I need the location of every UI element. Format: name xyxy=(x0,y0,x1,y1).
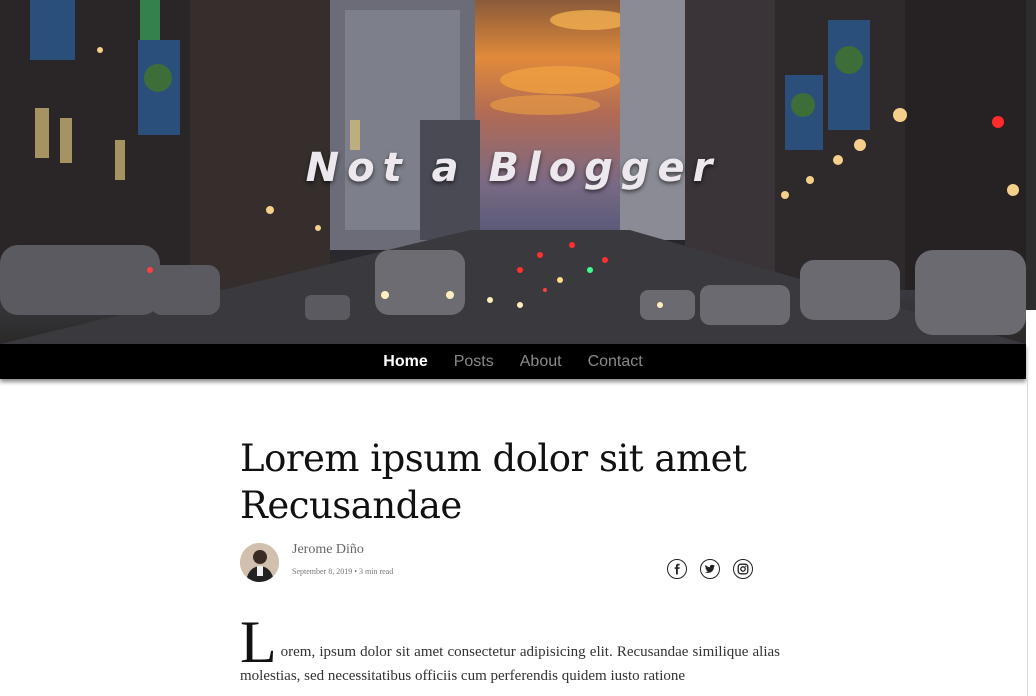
page-edge-line xyxy=(1027,379,1028,696)
post-title-line-1: Lorem ipsum dolor sit amet xyxy=(240,437,747,480)
post-title-line-2: Recusandae xyxy=(240,484,462,527)
hero-image: Not a Blogger xyxy=(0,0,1026,344)
facebook-icon[interactable] xyxy=(667,559,687,579)
hero-edge-gap xyxy=(1028,310,1036,344)
drop-cap: L xyxy=(240,609,277,675)
hero-edge xyxy=(1026,0,1036,310)
author-name[interactable]: Jerome Diño xyxy=(292,542,364,558)
nav-posts[interactable]: Posts xyxy=(454,353,494,371)
instagram-icon[interactable] xyxy=(733,559,753,579)
author-avatar[interactable] xyxy=(240,543,279,582)
post-meta: September 8, 2019 • 3 min read xyxy=(292,567,394,576)
post-title: Lorem ipsum dolor sit amet Recusandae xyxy=(240,435,800,529)
twitter-icon[interactable] xyxy=(700,559,720,579)
nav-contact[interactable]: Contact xyxy=(588,353,643,371)
post-body-text: orem, ipsum dolor sit amet consectetur a… xyxy=(240,644,780,684)
avatar-photo xyxy=(240,543,279,582)
post-body: Lorem, ipsum dolor sit amet consectetur … xyxy=(240,612,780,688)
nav-home[interactable]: Home xyxy=(383,353,427,371)
nav-about[interactable]: About xyxy=(520,353,562,371)
main-nav: Home Posts About Contact xyxy=(0,344,1026,379)
site-title[interactable]: Not a Blogger xyxy=(0,145,1026,191)
